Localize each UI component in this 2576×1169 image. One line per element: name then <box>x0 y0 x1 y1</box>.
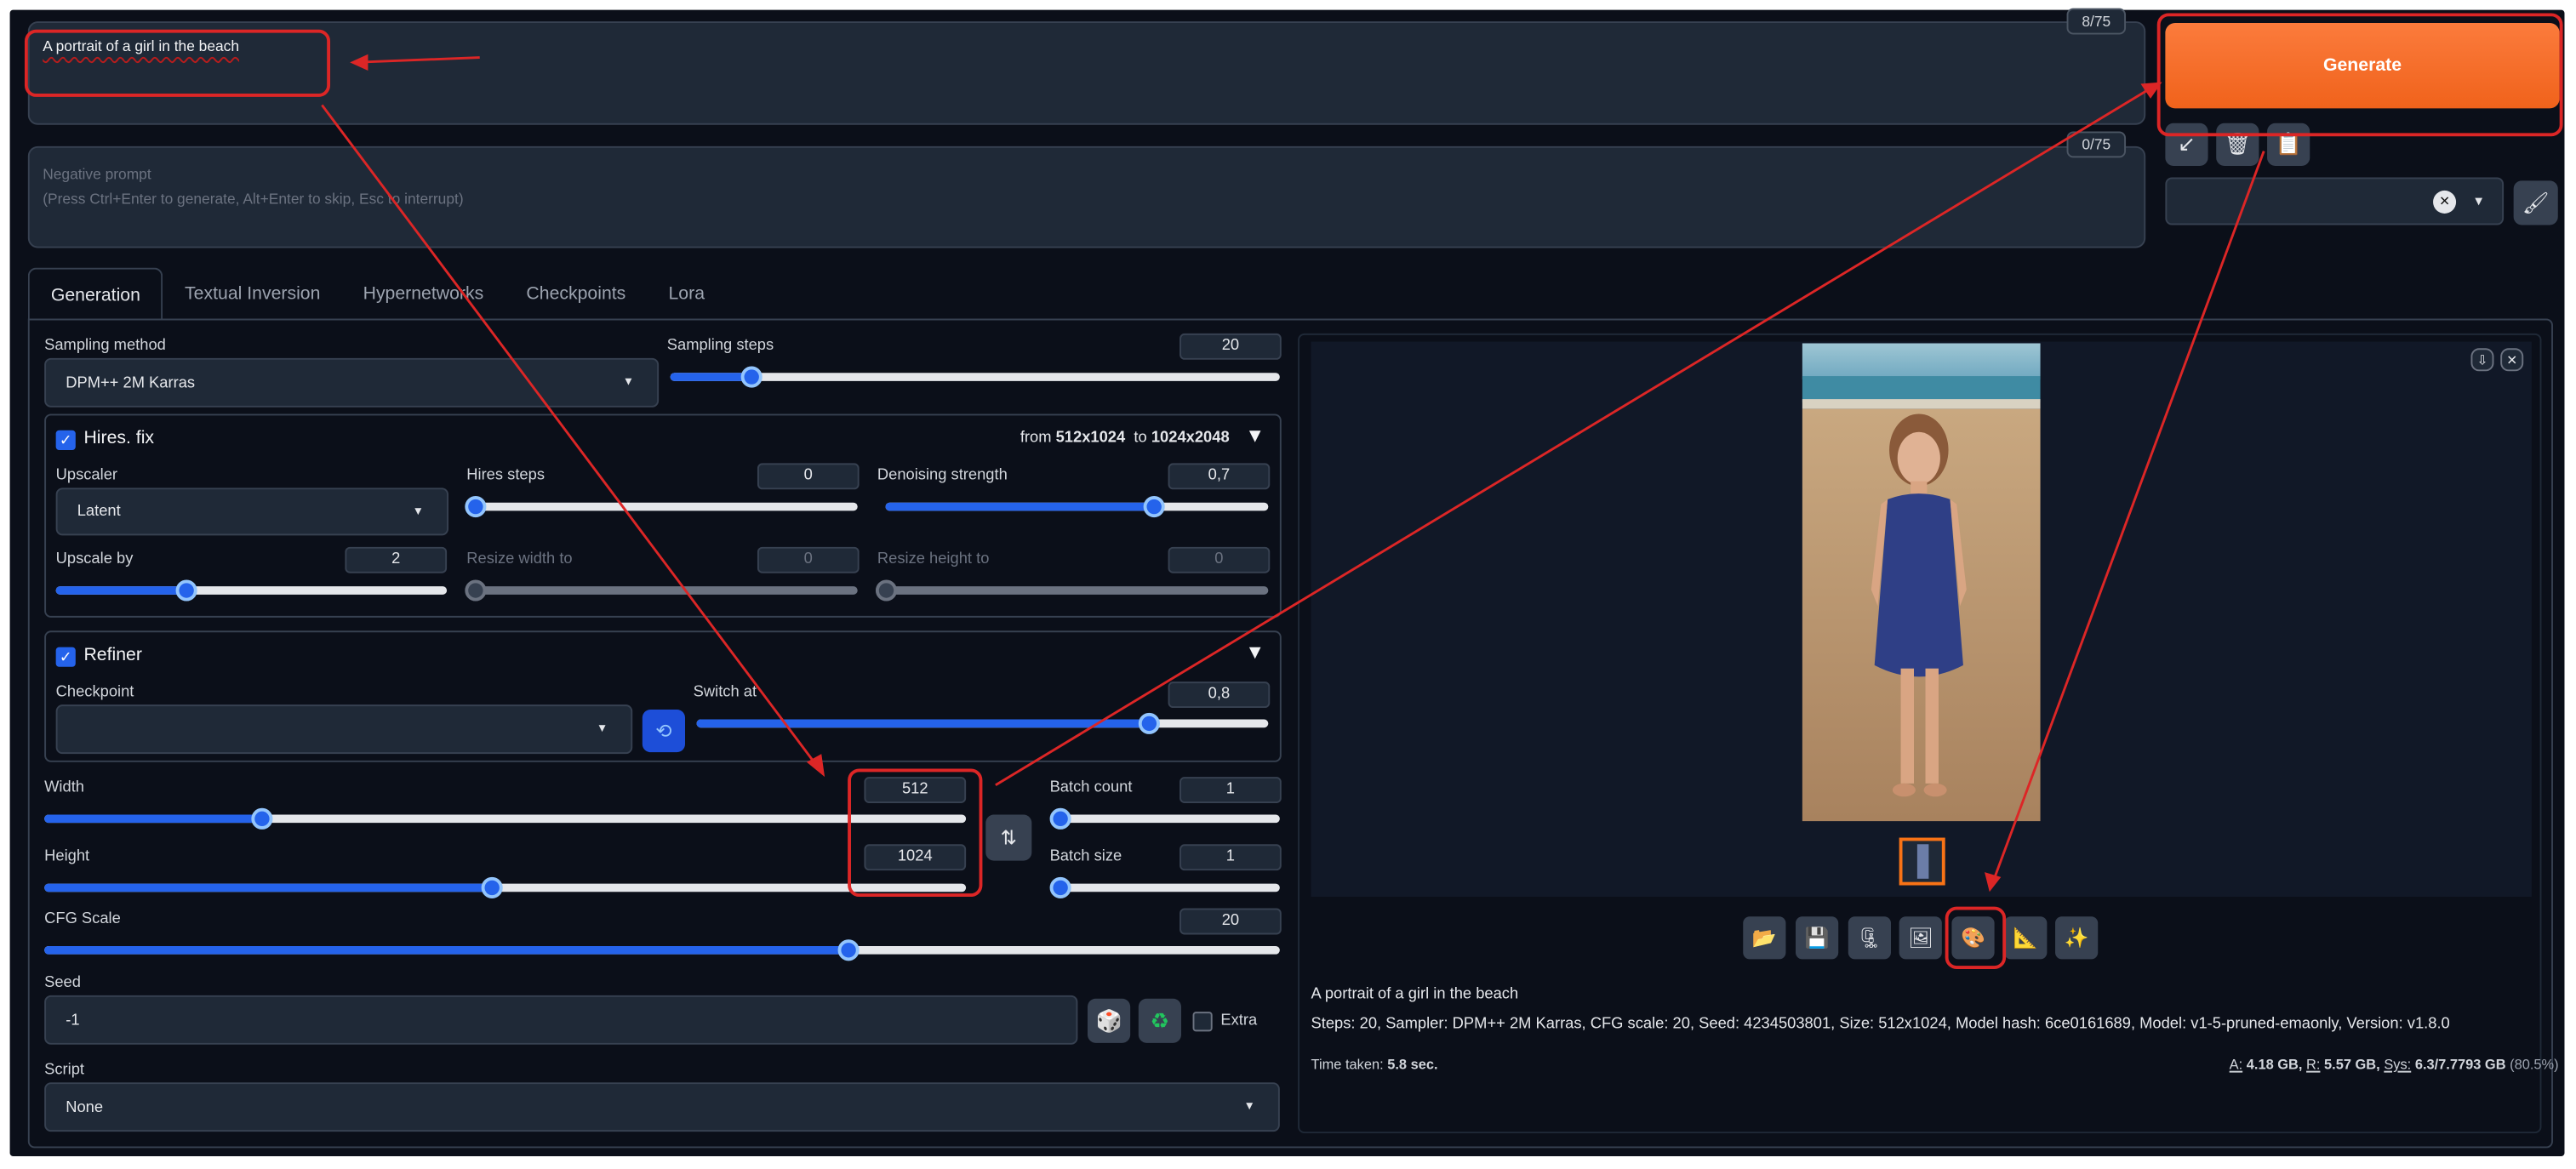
annotation-arrows <box>321 54 2265 892</box>
